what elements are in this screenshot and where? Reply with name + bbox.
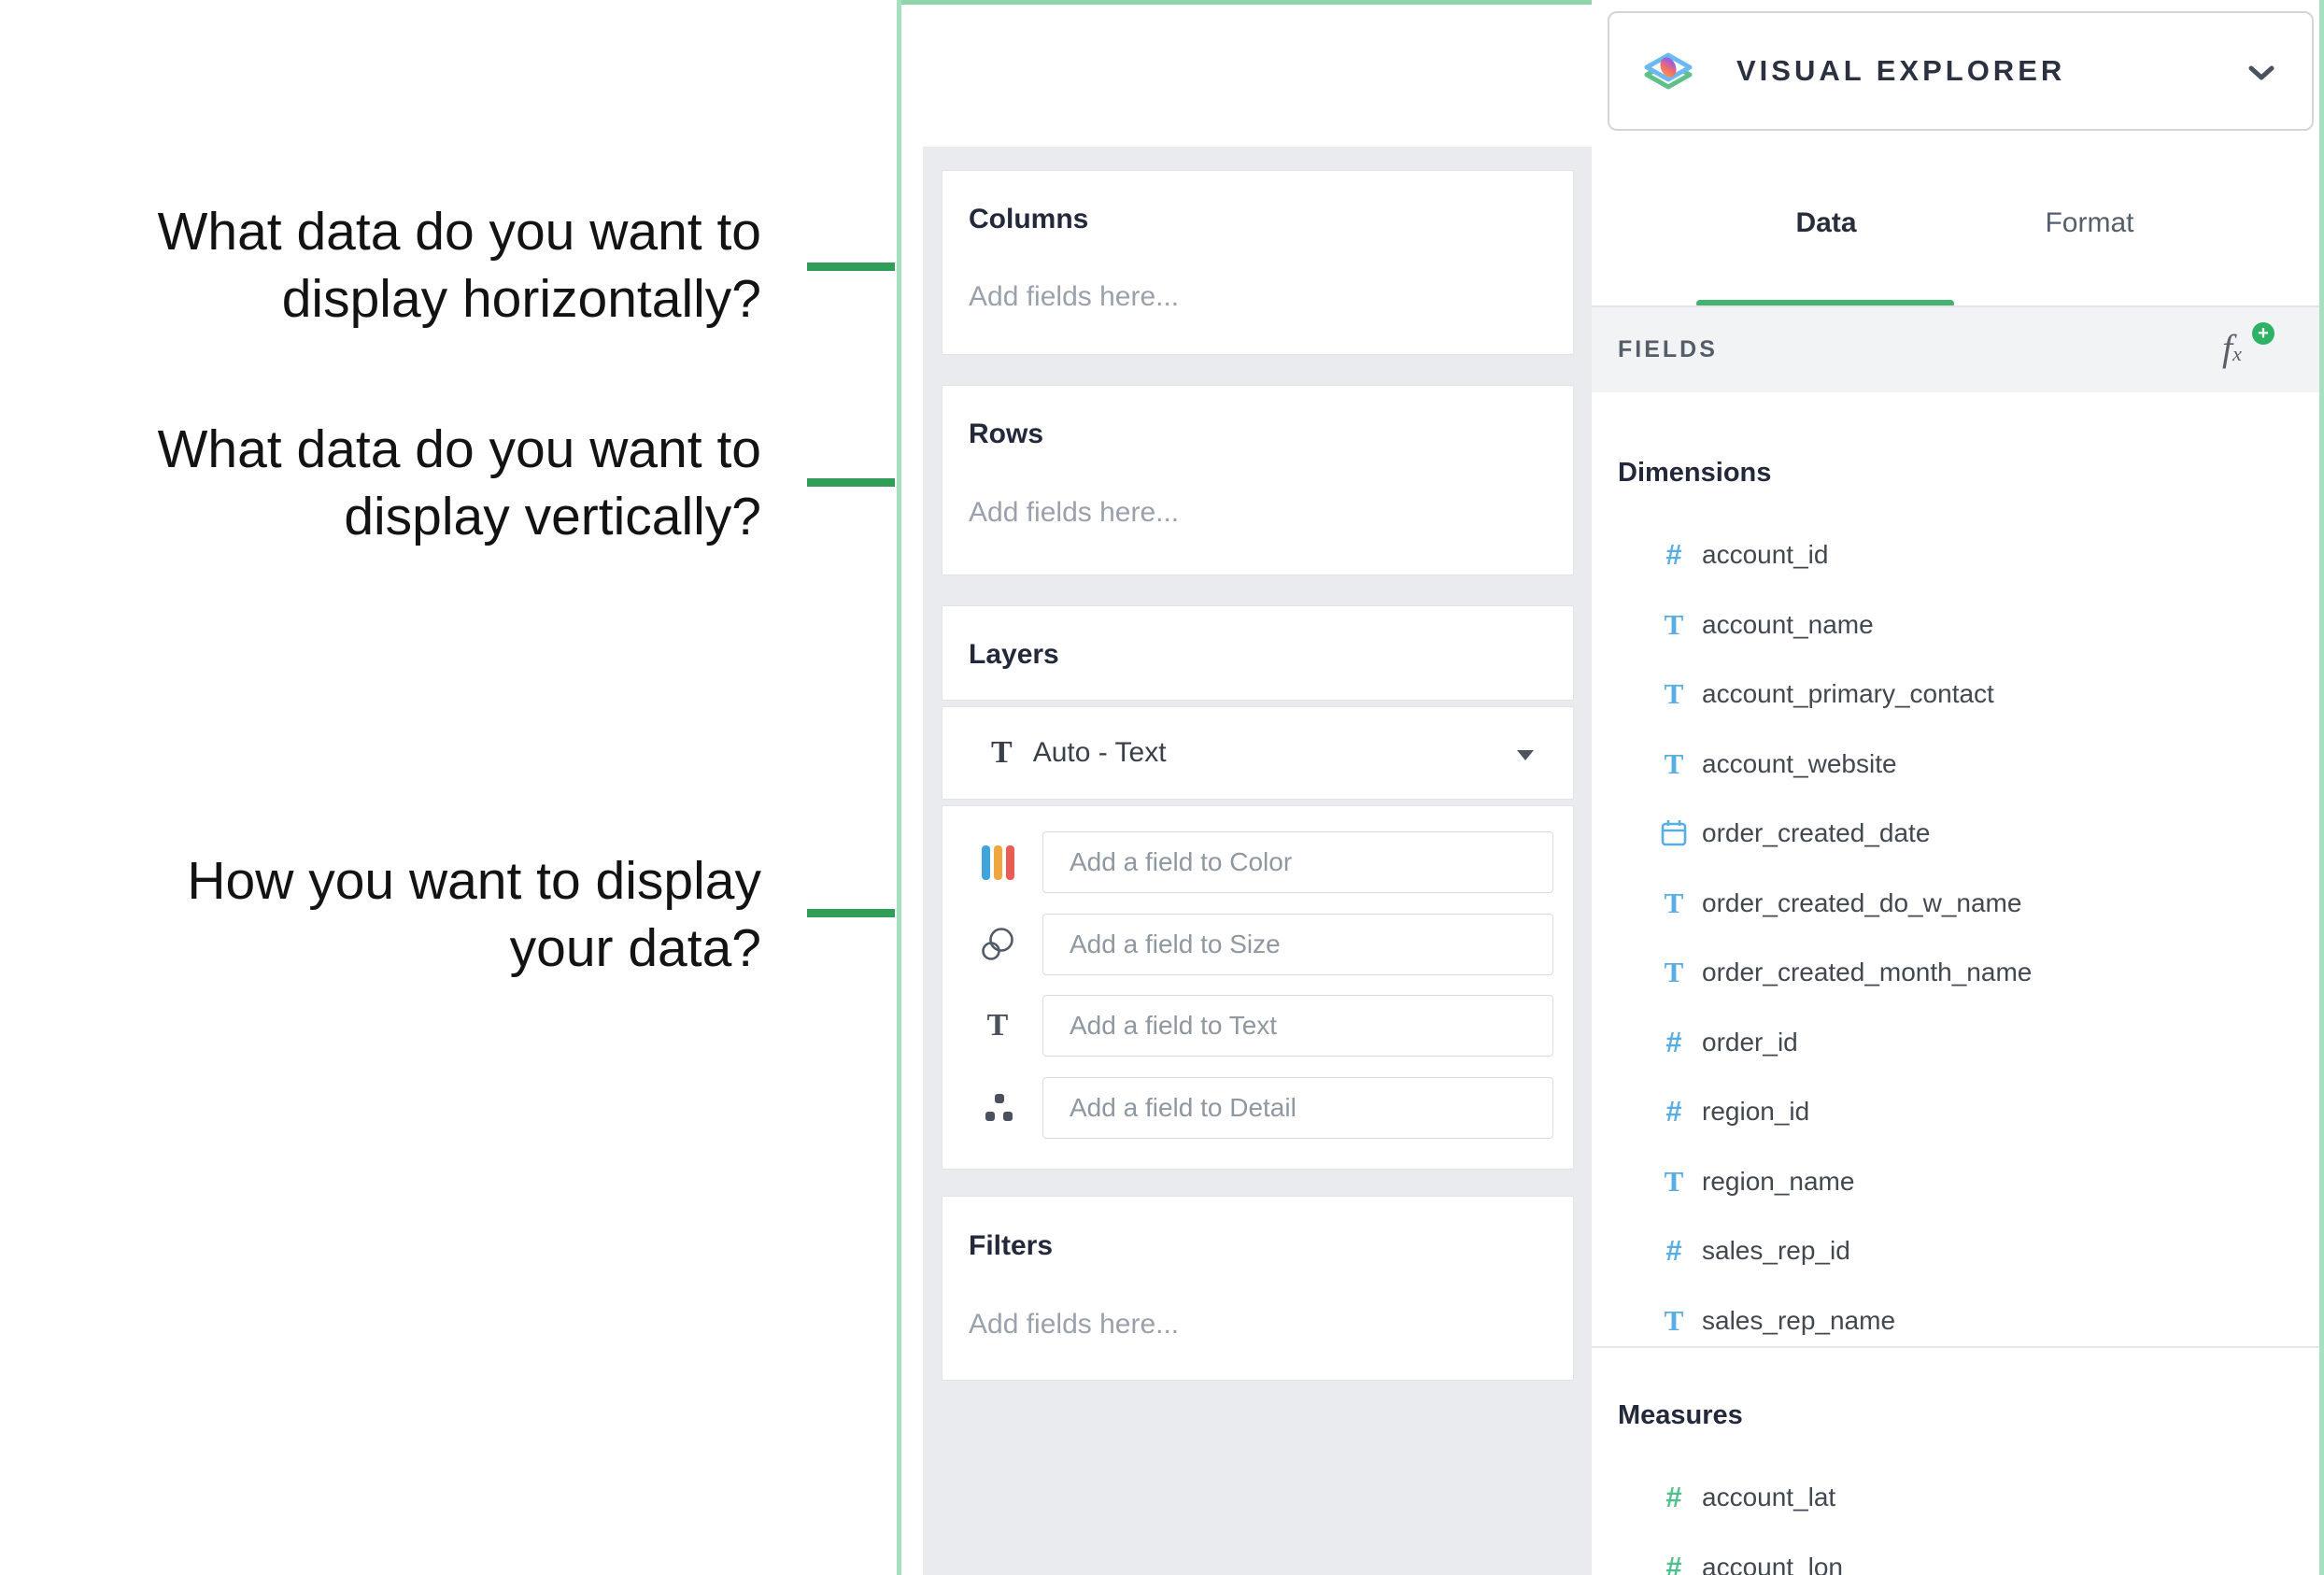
annotation-columns-line1: What data do you want to [158, 198, 761, 265]
size-icon [978, 914, 1017, 975]
screenshot-stage: What data do you want to display horizon… [0, 0, 2324, 1575]
layer-targets-card: Add a field to Color Add a field to Size… [942, 805, 1574, 1170]
rows-shelf-title: Rows [969, 419, 1043, 450]
visual-explorer-selector[interactable]: VISUAL EXPLORER [1608, 11, 2314, 131]
field-row-account_website[interactable]: account_website [1592, 730, 2319, 800]
field-row-account_id[interactable]: account_id [1592, 520, 2319, 590]
annotation-columns-pointer-line [807, 262, 895, 271]
annotation-layers: How you want to display your data? [187, 847, 761, 982]
field-row-region_name[interactable]: region_name [1592, 1147, 2319, 1217]
visual-explorer-logo [1641, 48, 1695, 94]
field-row-order_id[interactable]: order_id [1592, 1008, 2319, 1078]
number-icon [1653, 1234, 1694, 1268]
text-icon [1653, 956, 1694, 989]
visual-explorer-title: VISUAL EXPLORER [1736, 54, 2065, 88]
dimensions-measures-divider [1592, 1346, 2319, 1348]
shelves-panel: Columns Add fields here... Rows Add fiel… [923, 147, 1592, 1575]
filters-shelf-dropzone[interactable]: Add fields here... [969, 1309, 1179, 1341]
layers-shelf-title: Layers [969, 639, 1059, 671]
size-field-dropzone[interactable]: Add a field to Size [1042, 914, 1553, 975]
rows-shelf-dropzone[interactable]: Add fields here... [969, 497, 1179, 529]
text-icon [1653, 677, 1694, 711]
filters-shelf-title: Filters [969, 1230, 1053, 1262]
fields-panel: VISUAL EXPLORER Data Format FIELDS fx + … [1592, 0, 2319, 1575]
text-field-dropzone[interactable]: Add a field to Text [1042, 995, 1553, 1057]
widget-left-border [897, 0, 901, 1575]
layer-target-size-row: Add a field to Size [942, 914, 1573, 975]
filters-shelf: Filters Add fields here... [942, 1196, 1574, 1381]
widget-right-border [2319, 0, 2324, 1575]
layer-type-value: Auto - Text [1033, 737, 1167, 769]
columns-shelf-dropzone[interactable]: Add fields here... [969, 281, 1179, 313]
field-row-region_id[interactable]: region_id [1592, 1077, 2319, 1147]
annotation-layers-line1: How you want to display [187, 847, 761, 915]
field-row-account_name[interactable]: account_name [1592, 590, 2319, 660]
field-row-account_lon[interactable]: account_lon [1592, 1533, 2319, 1575]
annotation-layers-pointer-line [807, 909, 895, 917]
detail-icon [978, 1077, 1017, 1139]
annotation-columns: What data do you want to display horizon… [158, 198, 761, 333]
text-icon [1653, 747, 1694, 781]
field-row-account_primary_contact[interactable]: account_primary_contact [1592, 660, 2319, 730]
annotation-rows-line1: What data do you want to [158, 416, 761, 483]
field-row-order_created_date[interactable]: order_created_date [1592, 799, 2319, 869]
add-calculated-field-icon[interactable]: fx + [2222, 326, 2271, 375]
dropdown-caret-icon [1517, 750, 1534, 760]
annotation-rows: What data do you want to display vertica… [158, 416, 761, 550]
field-row-sales_rep_id[interactable]: sales_rep_id [1592, 1216, 2319, 1286]
tab-data[interactable]: Data [1760, 207, 1892, 239]
annotation-rows-pointer-line [807, 478, 895, 487]
text-icon: T [978, 995, 1017, 1057]
layers-shelf-header: Layers [942, 605, 1574, 701]
annotation-layers-line2: your data? [187, 915, 761, 982]
field-row-account_lat[interactable]: account_lat [1592, 1463, 2319, 1533]
fields-header-label: FIELDS [1618, 307, 1718, 392]
number-icon [1653, 538, 1694, 572]
color-icon [978, 831, 1017, 893]
measures-section-label: Measures [1618, 1400, 1743, 1431]
columns-shelf: Columns Add fields here... [942, 170, 1574, 355]
calendar-icon [1653, 818, 1694, 848]
dimensions-section-label: Dimensions [1618, 458, 1771, 489]
annotation-columns-line2: display horizontally? [158, 265, 761, 333]
text-icon [1653, 1304, 1694, 1338]
columns-shelf-title: Columns [969, 204, 1088, 235]
number-icon [1653, 1095, 1694, 1128]
layer-target-text-row: T Add a field to Text [942, 995, 1573, 1057]
dimension-list: account_id account_name account_primary_… [1592, 520, 2319, 1355]
measure-list: account_lat account_lon [1592, 1463, 2319, 1575]
field-row-sales_rep_name[interactable]: sales_rep_name [1592, 1286, 2319, 1356]
text-icon [1653, 887, 1694, 920]
tab-format[interactable]: Format [2021, 207, 2158, 239]
chevron-down-icon [2248, 65, 2274, 80]
text-icon [1653, 1165, 1694, 1199]
detail-field-dropzone[interactable]: Add a field to Detail [1042, 1077, 1553, 1139]
field-row-order_created_month_name[interactable]: order_created_month_name [1592, 938, 2319, 1008]
number-icon [1653, 1551, 1694, 1575]
text-layer-icon: T [991, 735, 1013, 771]
fields-header-bar: FIELDS fx + [1592, 307, 2319, 392]
layer-target-color-row: Add a field to Color [942, 831, 1573, 893]
layer-type-dropdown[interactable]: T Auto - Text [942, 706, 1574, 800]
number-icon [1653, 1481, 1694, 1514]
plus-badge-icon: + [2252, 322, 2274, 345]
annotation-rows-line2: display vertically? [158, 483, 761, 550]
color-field-dropzone[interactable]: Add a field to Color [1042, 831, 1553, 893]
field-row-order_created_do_w_name[interactable]: order_created_do_w_name [1592, 869, 2319, 939]
text-icon [1653, 608, 1694, 642]
number-icon [1653, 1026, 1694, 1059]
rows-shelf: Rows Add fields here... [942, 385, 1574, 575]
layer-target-detail-row: Add a field to Detail [942, 1077, 1573, 1139]
